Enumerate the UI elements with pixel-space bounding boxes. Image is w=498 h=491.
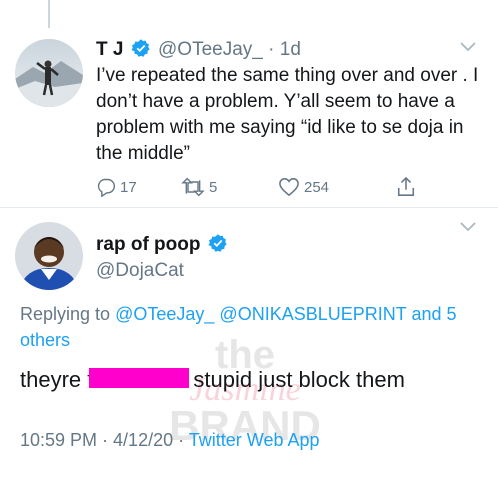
share-icon (397, 176, 415, 196)
chevron-down-icon[interactable] (460, 222, 476, 232)
censor-bar (89, 368, 190, 388)
replying-to-prefix: Replying to (20, 304, 111, 324)
tweet-header: T J @OTeeJay_ · 1d (96, 37, 478, 63)
handle[interactable]: @DojaCat (96, 259, 184, 283)
display-name-row: rap of poop (96, 233, 230, 257)
heart-icon (279, 178, 299, 197)
tweet-text: theyre f stupid just block them (20, 365, 405, 395)
mention-link[interactable]: @OTeeJay_ (115, 304, 214, 324)
thread-connector-line (48, 0, 50, 28)
handle[interactable]: @OTeeJay_ (158, 39, 263, 60)
timestamp[interactable]: 10:59 PM · 4/12/20 · (20, 430, 184, 450)
tweet-age[interactable]: 1d (280, 39, 301, 60)
reply-action[interactable]: 17 (96, 175, 137, 199)
retweet-action[interactable]: 5 (181, 175, 217, 199)
verified-badge-icon (131, 39, 150, 57)
like-action[interactable]: 254 (278, 175, 329, 199)
display-name[interactable]: rap of poop (96, 234, 200, 255)
mention-link[interactable]: @ONIKASBLUEPRINT (219, 304, 406, 324)
retweet-count: 5 (209, 178, 218, 196)
reply-icon (97, 178, 116, 197)
tweet-text-end: stupid just block them (193, 367, 405, 392)
tweet-card[interactable]: rap of poop @DojaCat Replying to @OTeeJa… (0, 210, 498, 491)
reply-count: 17 (120, 178, 137, 196)
retweet-icon (181, 177, 205, 197)
tweet-card[interactable]: T J @OTeeJay_ · 1d I’ve repeated the sam… (0, 30, 498, 208)
chevron-down-icon[interactable] (460, 42, 476, 52)
verified-badge-icon (208, 234, 227, 252)
share-action[interactable] (396, 175, 416, 199)
replying-to-line: Replying to @OTeeJay_ @ONIKASBLUEPRINT a… (20, 301, 480, 353)
avatar[interactable] (15, 222, 83, 290)
avatar-photo (15, 222, 83, 290)
avatar-photo (15, 39, 83, 107)
separator: · (268, 39, 275, 60)
tweet-actions: 17 5 254 (96, 175, 426, 199)
replying-to-and[interactable]: and (411, 304, 441, 324)
tweet-metadata: 10:59 PM · 4/12/20 · Twitter Web App (20, 428, 320, 452)
tweet-text: I’ve repeated the same thing over and ov… (96, 65, 479, 164)
client-link[interactable]: Twitter Web App (189, 430, 320, 450)
like-count: 254 (304, 178, 330, 196)
avatar[interactable] (15, 39, 83, 107)
tweet-text-start: theyre f (20, 367, 94, 392)
display-name[interactable]: T J (96, 39, 123, 60)
